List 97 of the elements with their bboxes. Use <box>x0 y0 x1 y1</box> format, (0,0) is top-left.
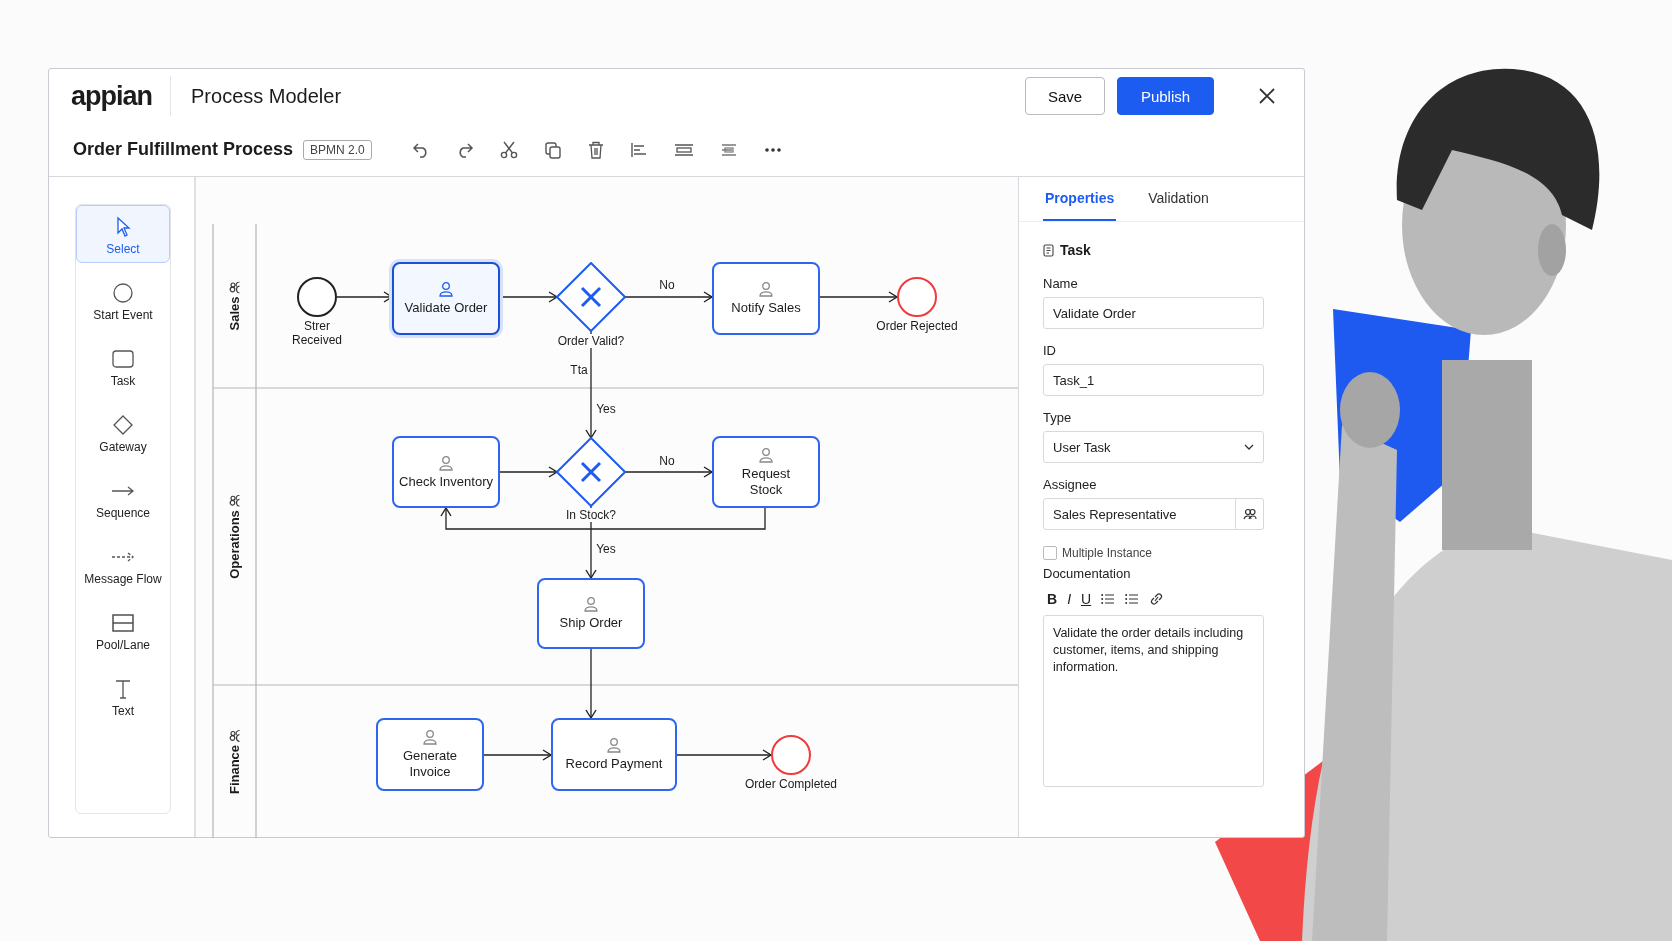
panel-tab[interactable]: Validation <box>1146 177 1211 221</box>
end-event[interactable] <box>770 734 812 776</box>
task-label: Check Inventory <box>399 473 493 490</box>
type-dropdown[interactable]: User Task <box>1043 431 1264 463</box>
format-button[interactable]: U <box>1081 591 1092 607</box>
field-label: ID <box>1043 343 1057 358</box>
scissors-icon[interactable] <box>499 140 518 159</box>
lane-label: Operations <box>226 510 242 579</box>
people-icon <box>228 281 240 294</box>
pool-lane-icon <box>111 612 135 634</box>
logo: appian <box>71 76 171 116</box>
align-icon[interactable] <box>719 141 738 158</box>
palette-item[interactable]: Sequence <box>76 469 170 527</box>
circle-icon <box>111 282 135 304</box>
checkbox[interactable] <box>1043 546 1057 560</box>
publish-button[interactable]: Publish <box>1117 77 1214 115</box>
task-node[interactable]: Request Stock <box>712 436 820 508</box>
start-event[interactable] <box>296 276 338 318</box>
palette-item[interactable]: Message Flow <box>76 535 170 593</box>
flow-label: Yes <box>596 402 616 416</box>
user-icon <box>758 446 774 463</box>
more-icon[interactable] <box>763 146 782 153</box>
people-picker-button[interactable] <box>1236 498 1264 530</box>
task-label: Notify Sales <box>731 300 801 316</box>
checkbox-label: Multiple Instance <box>1062 546 1153 560</box>
task-label: Request Stock <box>741 465 791 498</box>
sequence-arrow <box>585 648 597 720</box>
list-icon[interactable] <box>1125 593 1140 605</box>
format-button[interactable]: B <box>1047 591 1058 607</box>
palette-item[interactable]: Select <box>76 205 170 263</box>
input-field[interactable]: Validate Order <box>1043 297 1264 329</box>
people-icon <box>1242 508 1257 520</box>
task-label: Validate Order <box>404 300 488 316</box>
panel-tab[interactable]: Properties <box>1043 177 1117 221</box>
field-label: Type <box>1043 410 1073 425</box>
user-icon <box>606 737 622 753</box>
lane-label: Sales <box>226 296 242 331</box>
link-icon[interactable] <box>1149 592 1165 606</box>
format-button[interactable]: I <box>1067 591 1071 607</box>
field-label: Name <box>1043 276 1079 291</box>
flow-label: Tta <box>570 363 588 377</box>
align-left-icon[interactable] <box>629 141 648 158</box>
document-icon <box>1043 243 1054 257</box>
save-button[interactable]: Save <box>1025 77 1105 115</box>
user-icon <box>583 596 599 612</box>
section-heading: Task <box>1060 242 1091 258</box>
lane-label: Finance <box>226 744 242 795</box>
trash-icon[interactable] <box>587 140 604 159</box>
app-title: Process Modeler <box>191 84 342 108</box>
people-icon <box>228 495 240 508</box>
event-label: Order Rejected <box>874 319 960 333</box>
palette-item[interactable]: Start Event <box>76 271 170 329</box>
bullet-list-icon[interactable] <box>1101 593 1116 605</box>
sequence-arrow <box>499 466 559 478</box>
field-label: Assignee <box>1043 477 1098 492</box>
flow-label: Yes <box>596 542 616 556</box>
diamond-icon <box>111 414 135 436</box>
task-node[interactable]: Check Inventory <box>392 436 500 508</box>
task-label: Generate Invoice <box>402 748 458 780</box>
palette-item[interactable]: Pool/Lane <box>76 601 170 659</box>
user-icon <box>422 729 438 745</box>
palette-item[interactable]: Text <box>76 667 170 725</box>
distribute-icon[interactable] <box>673 141 694 158</box>
chevron-down-icon <box>1244 444 1254 450</box>
gateway-label: In Stock? <box>564 508 618 522</box>
flow-label: No <box>659 278 675 292</box>
field-label: Documentation <box>1043 566 1132 581</box>
close-icon[interactable] <box>1258 87 1276 105</box>
palette-item[interactable]: Gateway <box>76 403 170 461</box>
task-label: Record Payment <box>565 756 663 772</box>
version-badge: BPMN 2.0 <box>303 139 372 160</box>
gateway-label: Order Valid? <box>555 334 627 348</box>
task-node[interactable]: Ship Order <box>537 578 645 649</box>
task-node[interactable]: Generate Invoice <box>376 718 484 791</box>
flow-label: No <box>659 454 675 468</box>
people-icon <box>228 729 240 742</box>
end-event[interactable] <box>896 276 938 318</box>
copy-icon[interactable] <box>543 140 562 159</box>
rectangle-icon <box>111 348 135 370</box>
task-node[interactable]: Notify Sales <box>712 262 820 335</box>
task-label: Ship Order <box>559 615 623 631</box>
task-node[interactable]: Validate Order <box>392 262 500 335</box>
event-label: Order Completed <box>743 777 839 791</box>
palette-item[interactable]: Task <box>76 337 170 395</box>
input-field[interactable]: Sales Representative <box>1043 498 1236 530</box>
documentation-text-area[interactable]: Validate the order details including customer, items, and shipping information. <box>1043 615 1264 787</box>
task-node[interactable]: Record Payment <box>551 718 677 791</box>
input-field[interactable]: Task_1 <box>1043 364 1264 396</box>
gateway-diamond[interactable] <box>556 262 626 332</box>
gateway-diamond[interactable] <box>556 437 626 507</box>
process-name: Order Fulfillment Process <box>73 139 294 160</box>
undo-icon[interactable] <box>411 141 430 158</box>
user-icon <box>438 454 454 471</box>
event-label: Strer Received <box>290 319 344 347</box>
sequence-arrow <box>483 749 553 761</box>
user-icon <box>438 281 454 297</box>
user-icon <box>758 281 774 297</box>
